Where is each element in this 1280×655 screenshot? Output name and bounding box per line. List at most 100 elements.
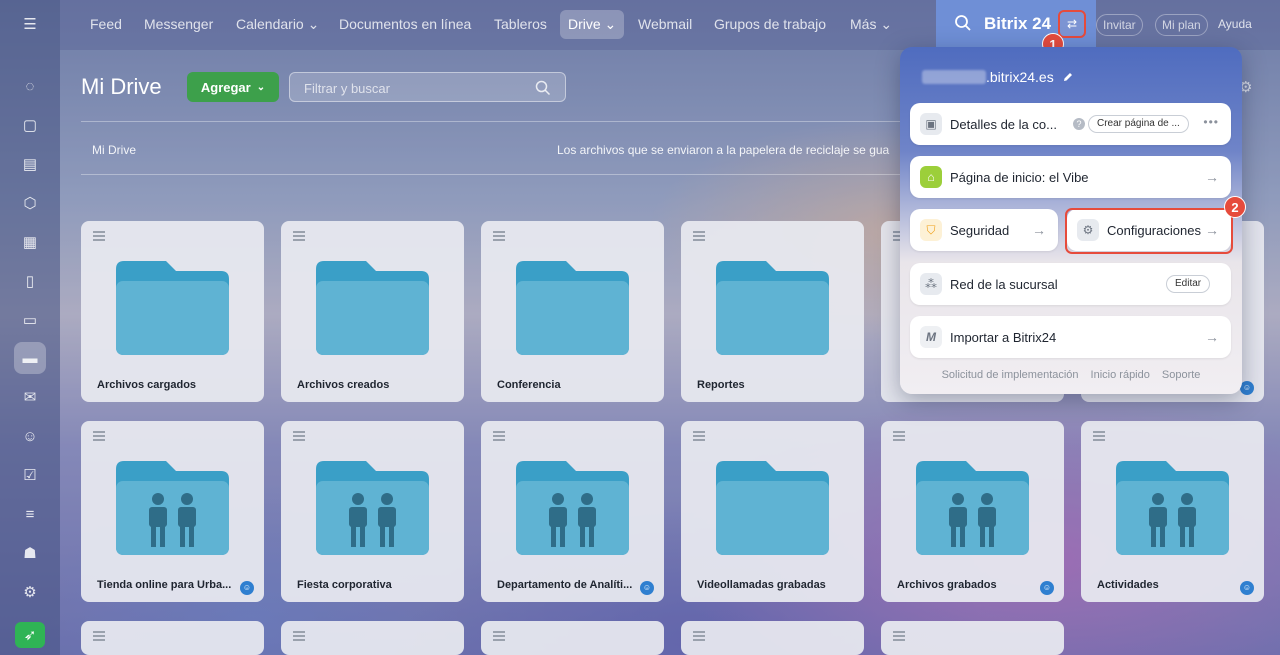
drive-icon[interactable]: ▬ xyxy=(14,342,46,374)
page-title: Mi Drive xyxy=(81,74,162,99)
folder-tile[interactable] xyxy=(81,621,264,655)
folder-tile[interactable] xyxy=(281,621,464,655)
add-button[interactable]: Agregar ⌄ xyxy=(187,72,279,102)
filter-search-box[interactable] xyxy=(289,72,566,102)
portal-domain: .bitrix24.es xyxy=(922,69,1074,85)
hexagon-icon[interactable]: ⬡ xyxy=(14,187,46,219)
shared-folder-icon xyxy=(916,461,1029,555)
drag-handle-icon[interactable] xyxy=(493,431,505,441)
chevron-down-icon: ⌄ xyxy=(256,81,266,93)
implementation-request-link[interactable]: Solicitud de implementación xyxy=(942,369,1079,381)
shared-folder-tile[interactable]: Actividades ☺ xyxy=(1081,421,1264,602)
brand-logo: Bitrix 24 xyxy=(984,14,1052,33)
folder-tile[interactable]: Videollamadas grabadas xyxy=(681,421,864,602)
my-plan-button[interactable]: Mi plan xyxy=(1155,14,1208,36)
rocket-icon[interactable]: ➶ xyxy=(15,622,45,648)
document-icon[interactable]: ▤ xyxy=(14,148,46,180)
drag-handle-icon[interactable] xyxy=(893,631,905,641)
breadcrumb[interactable]: Mi Drive xyxy=(92,143,136,157)
shared-folder-tile[interactable]: Archivos grabados ☺ xyxy=(881,421,1064,602)
folder-tile[interactable]: Archivos creados xyxy=(281,221,464,402)
folder-tile[interactable] xyxy=(681,621,864,655)
shared-folder-tile[interactable]: Tienda online para Urba... ☺ xyxy=(81,421,264,602)
shared-icon: ☺ xyxy=(640,581,654,595)
menu-icon[interactable]: ☰ xyxy=(14,8,46,40)
company-details-card[interactable]: ▣ Detalles de la co... ? Crear página de… xyxy=(910,103,1231,145)
page-gear-icon[interactable]: ⚙ xyxy=(1239,78,1259,98)
support-link[interactable]: Soporte xyxy=(1162,369,1201,381)
drag-handle-icon[interactable] xyxy=(493,231,505,241)
folder-name: Archivos cargados xyxy=(97,379,197,391)
id-card-icon: ▣ xyxy=(920,113,942,135)
nav-webmail[interactable]: Webmail xyxy=(638,10,692,39)
security-card[interactable]: ⛉ Seguridad → xyxy=(910,209,1058,251)
robot-icon[interactable]: ☗ xyxy=(14,537,46,569)
step-badge-2: 2 xyxy=(1224,196,1246,218)
drag-handle-icon[interactable] xyxy=(693,431,705,441)
search-input[interactable] xyxy=(304,79,524,97)
file-icon[interactable]: ▯ xyxy=(14,265,46,297)
help-link[interactable]: Ayuda xyxy=(1218,10,1252,39)
folder-icon xyxy=(716,461,829,555)
shared-folder-icon xyxy=(1116,461,1229,555)
more-icon[interactable]: ••• xyxy=(1203,115,1219,129)
drag-handle-icon[interactable] xyxy=(293,231,305,241)
nav-documents[interactable]: Documentos en línea xyxy=(339,10,471,39)
pencil-icon[interactable] xyxy=(1062,71,1074,83)
nav-messenger[interactable]: Messenger xyxy=(144,10,213,39)
branch-network-card[interactable]: ⁂ Red de la sucursal Editar xyxy=(910,263,1231,305)
shared-folder-tile[interactable]: Fiesta corporativa xyxy=(281,421,464,602)
drag-handle-icon[interactable] xyxy=(493,631,505,641)
drag-handle-icon[interactable] xyxy=(93,431,105,441)
quick-start-link[interactable]: Inicio rápido xyxy=(1091,369,1150,381)
drag-handle-icon[interactable] xyxy=(93,231,105,241)
folder-name: Archivos grabados xyxy=(897,579,997,591)
folder-tile[interactable]: Conferencia xyxy=(481,221,664,402)
calendar-icon[interactable]: ▦ xyxy=(14,226,46,258)
folder-tile[interactable] xyxy=(881,621,1064,655)
funnel-icon[interactable]: ≡ xyxy=(14,498,46,530)
drag-handle-icon[interactable] xyxy=(893,431,905,441)
board-icon[interactable]: ▭ xyxy=(14,304,46,336)
drag-handle-icon[interactable] xyxy=(693,231,705,241)
drag-handle-icon[interactable] xyxy=(293,631,305,641)
groups-icon[interactable]: ☺ xyxy=(14,420,46,452)
folder-name: Tienda online para Urba... xyxy=(97,579,232,591)
nav-boards[interactable]: Tableros xyxy=(494,10,547,39)
shared-folder-tile[interactable]: Departamento de Analíti... ☺ xyxy=(481,421,664,602)
shared-folder-icon xyxy=(516,461,629,555)
search-icon[interactable] xyxy=(535,80,551,96)
folder-name: Videollamadas grabadas xyxy=(697,579,826,591)
invite-button[interactable]: Invitar xyxy=(1096,14,1143,36)
edit-button[interactable]: Editar xyxy=(1166,275,1211,293)
trash-notice: Los archivos que se enviaron a la papele… xyxy=(557,143,890,157)
nav-drive[interactable]: Drive ⌄ xyxy=(560,10,625,39)
mail-icon[interactable]: ✉ xyxy=(14,381,46,413)
help-icon[interactable]: ? xyxy=(1073,118,1085,130)
search-icon[interactable] xyxy=(954,14,972,32)
chat-icon[interactable]: ▢ xyxy=(14,109,46,141)
home-page-card[interactable]: ⌂ Página de inicio: el Vibe → xyxy=(910,156,1231,198)
nav-feed[interactable]: Feed xyxy=(90,10,122,39)
redacted-domain xyxy=(922,70,986,84)
folder-tile[interactable] xyxy=(481,621,664,655)
folder-tile[interactable]: Archivos cargados xyxy=(81,221,264,402)
feed-icon[interactable]: ◌ xyxy=(14,70,46,102)
tasks-icon[interactable]: ☑ xyxy=(14,459,46,491)
arrow-right-icon: → xyxy=(1205,169,1219,185)
folder-tile[interactable]: Reportes xyxy=(681,221,864,402)
drag-handle-icon[interactable] xyxy=(93,631,105,641)
folder-icon xyxy=(716,261,829,355)
settings-gear-icon[interactable]: ⚙ xyxy=(14,576,46,608)
popup-footer: Solicitud de implementación Inicio rápid… xyxy=(900,369,1242,381)
nav-more[interactable]: Más ⌄ xyxy=(850,10,892,39)
drag-handle-icon[interactable] xyxy=(1093,431,1105,441)
create-page-button[interactable]: Crear página de ... xyxy=(1088,115,1189,133)
top-navigation: Feed Messenger Calendario ⌄ Documentos e… xyxy=(60,0,1280,50)
drag-handle-icon[interactable] xyxy=(693,631,705,641)
portal-settings-button[interactable]: ⇄ xyxy=(1058,10,1086,38)
import-card[interactable]: M Importar a Bitrix24 → xyxy=(910,316,1231,358)
nav-workgroups[interactable]: Grupos de trabajo xyxy=(714,10,826,39)
drag-handle-icon[interactable] xyxy=(293,431,305,441)
nav-calendar[interactable]: Calendario ⌄ xyxy=(236,10,319,39)
